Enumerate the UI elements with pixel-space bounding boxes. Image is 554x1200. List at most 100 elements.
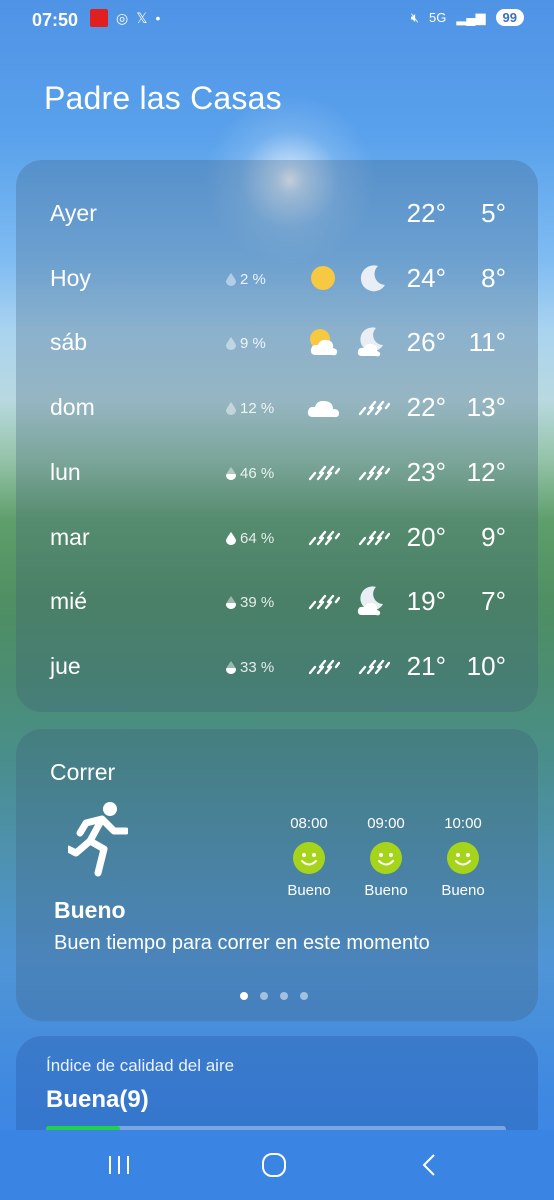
high-temp: 22° bbox=[406, 392, 446, 423]
running-card[interactable]: Correr Bueno Buen tiempo para correr en … bbox=[16, 729, 538, 1021]
battery-badge: 99 bbox=[495, 9, 524, 26]
page-dot[interactable] bbox=[280, 992, 288, 1000]
rain-icon bbox=[358, 659, 390, 675]
low-temp: 13° bbox=[466, 392, 506, 423]
mute-icon: 🔇︎ bbox=[410, 9, 419, 25]
precip-chance: 9 % bbox=[226, 335, 266, 352]
raindrop-icon bbox=[226, 660, 236, 674]
forecast-day: mié bbox=[50, 588, 88, 615]
running-status: Bueno bbox=[54, 897, 126, 923]
forecast-day: jue bbox=[50, 652, 81, 679]
smiley-icon bbox=[293, 842, 325, 874]
forecast-row[interactable]: sáb 9 % 26° 11° bbox=[16, 311, 538, 375]
high-temp: 22° bbox=[406, 198, 446, 228]
page-indicator[interactable] bbox=[240, 992, 308, 1000]
dot-icon: • bbox=[155, 10, 161, 26]
page-dot[interactable] bbox=[260, 992, 268, 1000]
forecast-row[interactable]: dom 12 % 22° 13° bbox=[16, 376, 538, 440]
rain-icon bbox=[308, 659, 340, 675]
high-temp: 20° bbox=[406, 521, 446, 552]
partly-cloudy-night-icon bbox=[357, 327, 383, 357]
precip-value: 12 % bbox=[240, 400, 275, 418]
forecast-row[interactable]: Hoy 2 % 24° 8° bbox=[16, 247, 538, 311]
precip-chance: 46 % bbox=[226, 465, 274, 482]
city-title: Padre las Casas bbox=[44, 80, 282, 116]
partly-sunny-icon bbox=[310, 329, 338, 356]
hour-time: 09:00 bbox=[367, 815, 405, 832]
precip-chance: 33 % bbox=[226, 659, 274, 676]
low-temp: 5° bbox=[481, 198, 506, 228]
back-icon[interactable] bbox=[416, 1150, 446, 1180]
home-icon[interactable] bbox=[259, 1150, 289, 1180]
sun-icon bbox=[311, 265, 335, 290]
hourly-running-item: 10:00 Bueno bbox=[433, 815, 493, 899]
high-temp: 19° bbox=[406, 586, 446, 617]
hour-time: 10:00 bbox=[444, 815, 482, 832]
raindrop-icon bbox=[226, 466, 236, 480]
temperature-range: 23° 12° bbox=[402, 457, 506, 488]
high-temp: 23° bbox=[406, 456, 446, 487]
runner-icon bbox=[68, 802, 128, 877]
raindrop-icon bbox=[226, 531, 236, 545]
high-temp: 26° bbox=[406, 327, 446, 358]
x-app-icon: 𝕏 bbox=[136, 9, 148, 26]
rain-icon bbox=[358, 400, 390, 416]
low-temp: 10° bbox=[466, 650, 506, 681]
page-dot[interactable] bbox=[240, 992, 248, 1000]
hour-label: Bueno bbox=[287, 882, 331, 899]
temperature-range: 21° 10° bbox=[402, 651, 506, 682]
hour-time: 08:00 bbox=[290, 815, 328, 832]
app-notification-icon bbox=[90, 9, 108, 27]
precip-chance: 2 % bbox=[226, 271, 266, 288]
status-bar: 07:50 ◎ 𝕏 • 🔇︎ 5G ▂▄▆ 99 bbox=[0, 0, 554, 40]
precip-value: 33 % bbox=[240, 658, 275, 676]
aqi-title: Índice de calidad del aire bbox=[46, 1056, 235, 1075]
temperature-range: 20° 9° bbox=[402, 522, 506, 553]
running-title: Correr bbox=[50, 759, 116, 785]
rain-icon bbox=[308, 530, 340, 545]
smiley-icon bbox=[447, 842, 479, 874]
low-temp: 9° bbox=[481, 521, 506, 552]
temperature-range: 24° 8° bbox=[402, 263, 506, 294]
partly-cloudy-night-icon bbox=[357, 586, 383, 616]
raindrop-icon bbox=[226, 402, 236, 416]
page-dot[interactable] bbox=[300, 992, 308, 1000]
daily-forecast-card[interactable]: Ayer 22° 5° Hoy 2 % 24° 8° sáb 9 % 26° 1… bbox=[16, 160, 538, 712]
high-temp: 21° bbox=[406, 650, 446, 681]
signal-icon: ▂▄▆ bbox=[456, 9, 486, 25]
forecast-row[interactable]: Ayer 22° 5° bbox=[16, 182, 538, 246]
raindrop-icon bbox=[226, 337, 236, 351]
forecast-day: Hoy bbox=[50, 264, 91, 291]
forecast-row[interactable]: mié 39 % 19° 7° bbox=[16, 570, 538, 634]
notification-icons: ◎ 𝕏 • bbox=[90, 9, 160, 27]
rain-icon bbox=[308, 465, 340, 480]
precip-value: 9 % bbox=[240, 335, 266, 353]
low-temp: 8° bbox=[481, 262, 506, 293]
cloud-icon bbox=[307, 400, 339, 418]
rain-icon bbox=[308, 594, 340, 610]
recent-apps-icon[interactable] bbox=[104, 1150, 134, 1180]
moon-icon bbox=[360, 265, 385, 292]
rain-icon bbox=[358, 530, 390, 545]
high-temp: 24° bbox=[406, 262, 446, 293]
raindrop-icon bbox=[226, 596, 236, 610]
forecast-row[interactable]: mar 64 % 20° 9° bbox=[16, 506, 538, 570]
low-temp: 12° bbox=[466, 456, 506, 487]
hour-label: Bueno bbox=[364, 882, 408, 899]
rain-icon bbox=[358, 465, 390, 480]
forecast-row[interactable]: lun 46 % 23° 12° bbox=[16, 441, 538, 505]
temperature-range: 22° 13° bbox=[402, 392, 506, 423]
temperature-range: 19° 7° bbox=[402, 586, 506, 617]
forecast-row[interactable]: jue 33 % 21° 10° bbox=[16, 635, 538, 699]
precip-chance: 12 % bbox=[226, 400, 274, 417]
precip-value: 39 % bbox=[240, 594, 275, 612]
precip-chance: 64 % bbox=[226, 530, 274, 547]
shield-icon: ◎ bbox=[116, 9, 129, 26]
raindrop-icon bbox=[226, 272, 236, 286]
navigation-bar bbox=[0, 1130, 554, 1200]
aqi-value: Buena(9) bbox=[46, 1086, 149, 1113]
system-icons: 🔇︎ 5G ▂▄▆ 99 bbox=[411, 9, 524, 26]
precip-value: 2 % bbox=[240, 270, 266, 288]
low-temp: 11° bbox=[468, 327, 506, 358]
low-temp: 7° bbox=[481, 586, 506, 617]
